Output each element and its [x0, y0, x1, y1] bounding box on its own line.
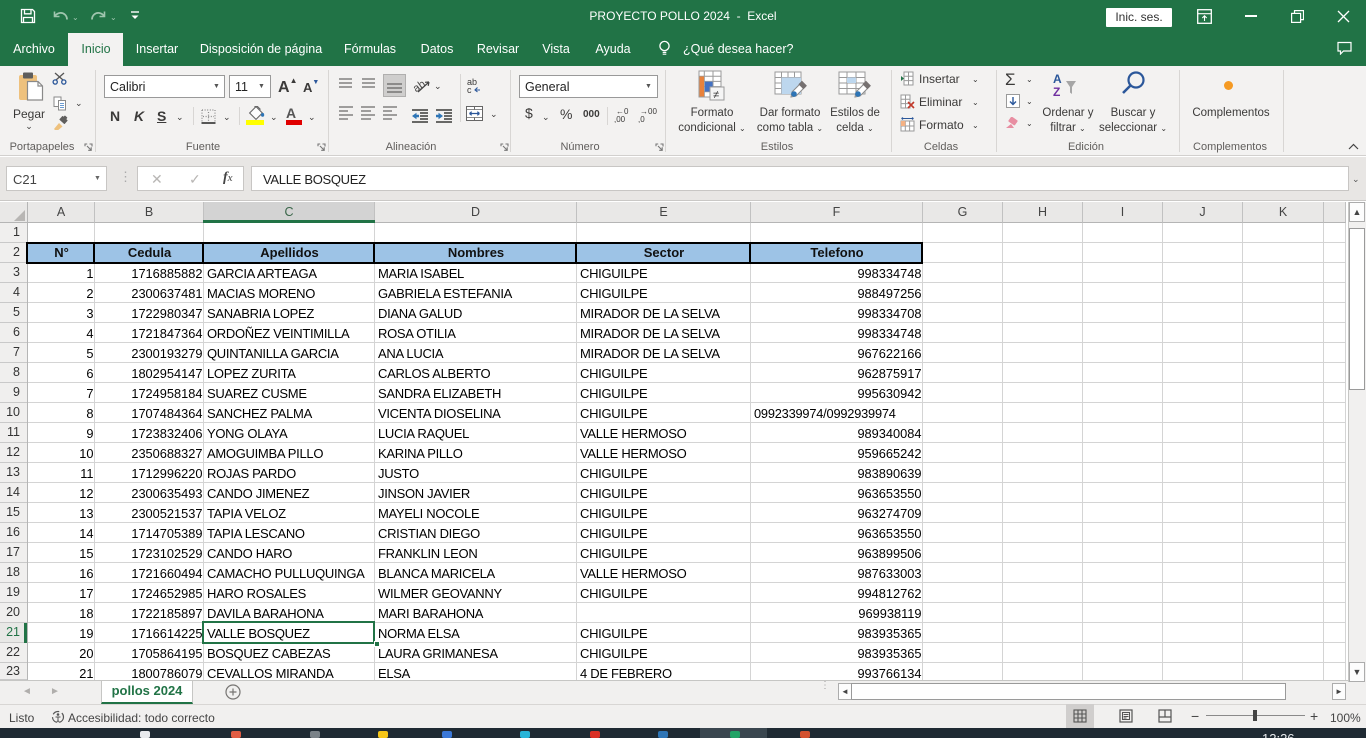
svg-text:A: A — [1053, 72, 1062, 86]
svg-text:≠: ≠ — [713, 89, 719, 101]
svg-text:c: c — [467, 85, 472, 94]
svg-text:,0: ,0 — [638, 115, 645, 123]
svg-text:,00: ,00 — [614, 115, 626, 123]
svg-text:Z: Z — [1053, 85, 1060, 99]
svg-text:ab: ab — [413, 78, 428, 94]
